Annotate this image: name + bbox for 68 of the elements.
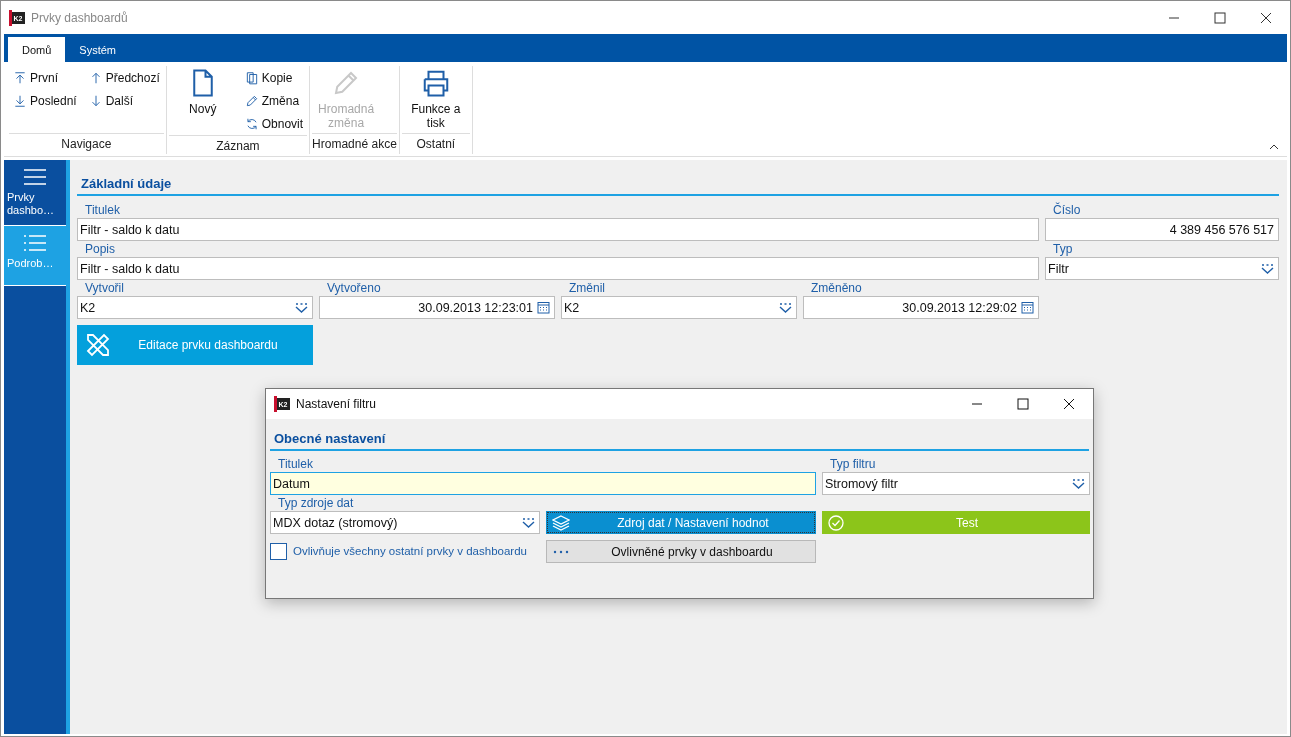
dialog-title: Nastavení filtru [296,397,377,411]
check-circle-icon [828,514,844,531]
input-field[interactable]: Datum [270,472,816,495]
arrow-to-top-icon [13,70,27,85]
ribbon-button[interactable]: Obnovit [242,112,306,135]
dropdown-field[interactable]: Stromový filtr [822,472,1090,495]
maximize-icon[interactable] [1017,398,1029,410]
field-label: Změněno [810,280,863,296]
ribbon-button[interactable]: Změna [242,89,306,112]
close-icon[interactable] [1260,11,1272,24]
ribbon-button[interactable]: Poslední [11,89,79,112]
input-field[interactable]: Filtr - saldo k datu [77,257,1039,280]
dropdown-field[interactable]: K2 [77,296,313,319]
calendar-icon [537,301,550,314]
ribbon-button[interactable]: Předchozí [86,66,162,89]
section-heading: Obecné nastavení [270,427,1089,451]
field-label: Vytvořil [84,280,125,296]
ribbon-tab[interactable]: Systém [65,37,131,62]
dialog-button[interactable]: Zdroj dat / Nastavení hodnot [546,511,816,534]
group-label: Hromadné akce [312,133,397,154]
layers-icon [552,514,570,531]
dialog-button[interactable]: Ovlivněné prvky v dashboardu [546,540,816,563]
more-icon [553,549,569,554]
ribbon-button[interactable]: První [11,66,79,89]
group-label: Ostatní [401,133,470,154]
ribbon-button[interactable]: Kopie [242,66,306,89]
field-label: Titulek [84,202,121,218]
date-field[interactable]: 30.09.2013 12:23:01 [319,296,555,319]
list-icon [24,235,46,251]
checkbox-label: Ovlivňuje všechny ostatní prvky v dashboardu [293,545,527,557]
field-label: Typ zdroje dat [277,495,355,511]
copy-icon [244,70,259,85]
dropdown-field[interactable]: Filtr [1045,257,1279,280]
date-field[interactable]: 30.09.2013 12:29:02 [803,296,1039,319]
field-label: Titulek [277,456,314,472]
input-field[interactable]: 4 389 456 576 517 [1045,218,1279,241]
field-label: Číslo [1052,202,1082,218]
checkbox[interactable] [270,542,287,560]
field-label: Vytvořeno [326,280,382,296]
dropdown-field[interactable]: MDX dotaz (stromový) [270,511,540,534]
ribbon-tab[interactable]: Domů [8,37,66,62]
ribbon-button[interactable]: Další [86,89,162,112]
maximize-icon[interactable] [1214,11,1226,24]
arrow-to-bottom-icon [13,93,27,108]
group-label: Navigace [9,133,164,154]
dropdown-icon [779,302,792,313]
field-label: Typ filtru [829,456,877,472]
refresh-icon [244,116,259,131]
input-field[interactable]: Filtr - saldo k datu [77,218,1039,241]
dropdown-icon [1072,478,1085,489]
collapse-caret-icon[interactable] [1269,144,1279,150]
ribbon-button[interactable]: Nový [170,66,235,132]
section-heading: Základní údaje [77,172,1279,196]
calendar-icon [1021,301,1034,314]
ribbon-button[interactable]: Funkce a tisk [403,66,468,132]
dropdown-field[interactable]: K2 [561,296,797,319]
group-label: Záznam [168,135,308,156]
dropdown-icon [1261,263,1274,274]
field-label: Typ [1052,241,1074,257]
window-title: Prvky dashboardů [31,10,128,25]
pencil-icon [244,93,259,108]
menu-icon [24,169,46,185]
close-icon[interactable] [1063,398,1075,410]
dropdown-icon [522,517,535,528]
field-label: Změnil [568,280,606,296]
ruler-pencil-icon [85,332,111,358]
field-label: Popis [84,241,117,257]
dropdown-icon [295,302,308,313]
